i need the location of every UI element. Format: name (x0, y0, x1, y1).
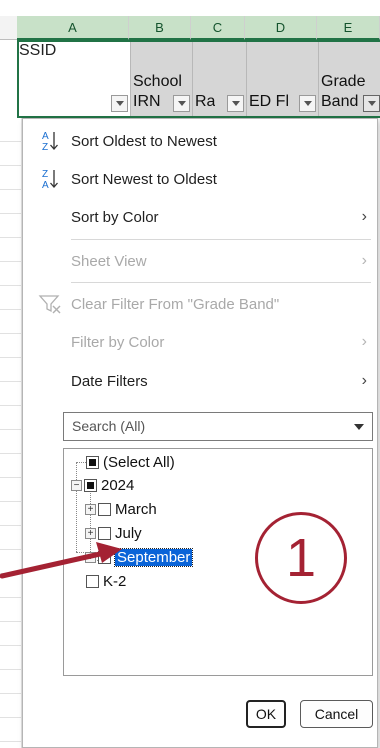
ed-flag-header-cell[interactable]: ED Fl (247, 42, 319, 116)
year-2024-label: 2024 (101, 476, 135, 494)
tree-connector (76, 462, 86, 463)
column-d-header[interactable]: D (245, 16, 317, 40)
chevron-right-icon: › (361, 372, 367, 389)
filter-by-color-label: Filter by Color (71, 333, 165, 351)
race-header-label: Ra (195, 93, 216, 110)
row-gridlines (0, 118, 22, 748)
collapse-icon[interactable]: − (71, 479, 82, 491)
cancel-button[interactable]: Cancel (300, 700, 373, 728)
grade-band-filter-button[interactable] (363, 95, 380, 112)
ok-button[interactable]: OK (246, 700, 286, 728)
grade-band-header-cell[interactable]: Grade Band (319, 42, 380, 116)
sort-oldest-label: Sort Oldest to Newest (71, 132, 217, 150)
clear-filter-item: Clear Filter From "Grade Band" (23, 284, 377, 324)
tree-item-select-all[interactable]: (Select All) (86, 451, 175, 473)
column-b-header[interactable]: B (129, 16, 191, 40)
sort-descending-icon: Z A (42, 169, 58, 191)
dropdown-arrow-icon (367, 101, 376, 106)
menu-separator (71, 282, 371, 283)
tree-item-march[interactable]: + March (85, 498, 157, 520)
sort-by-color-item[interactable]: Sort by Color › (23, 197, 377, 237)
search-placeholder: Search (All) (72, 418, 146, 434)
march-label: March (115, 500, 157, 518)
step-number-callout: 1 (255, 512, 347, 604)
race-header-cell[interactable]: Ra (193, 42, 247, 116)
chevron-right-icon: › (361, 333, 367, 350)
date-filters-label: Date Filters (71, 372, 148, 390)
dropdown-arrow-icon (177, 101, 186, 106)
ed-flag-filter-button[interactable] (299, 95, 316, 112)
ssid-filter-button[interactable] (111, 95, 128, 112)
dropdown-arrow-icon (231, 101, 240, 106)
clear-filter-label: Clear Filter From "Grade Band" (71, 295, 280, 313)
race-filter-button[interactable] (227, 95, 244, 112)
filter-dropdown-panel: A Z Sort Oldest to Newest Z A Sort Newes… (22, 118, 378, 748)
callout-number: 1 (285, 528, 317, 588)
select-all-label: (Select All) (103, 453, 175, 471)
school-irn-header-line1: School (133, 73, 182, 90)
ssid-header-cell[interactable]: SSID (19, 42, 131, 116)
ed-flag-header-label: ED Fl (249, 93, 289, 110)
svg-text:A: A (42, 131, 49, 142)
column-e-header[interactable]: E (317, 16, 380, 40)
menu-separator (71, 239, 371, 240)
column-c-header[interactable]: C (191, 16, 245, 40)
school-irn-filter-button[interactable] (173, 95, 190, 112)
march-checkbox[interactable] (98, 502, 111, 516)
grade-band-header-line2: Band (321, 93, 359, 110)
tree-item-2024[interactable]: − 2024 (71, 474, 134, 496)
filter-search-input[interactable]: Search (All) (63, 412, 373, 441)
grade-band-header-line1: Grade (321, 73, 366, 90)
svg-text:Z: Z (42, 142, 48, 153)
annotation-arrow-icon (0, 542, 122, 579)
sort-ascending-icon: A Z (42, 131, 58, 153)
sort-by-color-label: Sort by Color (71, 208, 159, 226)
chevron-right-icon: › (361, 208, 367, 225)
sheet-view-label: Sheet View (71, 252, 147, 270)
dropdown-arrow-icon[interactable] (354, 424, 364, 430)
school-irn-header-cell[interactable]: School IRN (131, 42, 193, 116)
column-a-header[interactable]: A (17, 16, 129, 40)
date-filters-item[interactable]: Date Filters › (23, 361, 377, 401)
expand-icon[interactable]: + (85, 503, 96, 515)
school-irn-header-line2: IRN (133, 93, 161, 110)
toolbar-strip (0, 0, 380, 16)
chevron-right-icon: › (361, 252, 367, 269)
svg-text:Z: Z (42, 169, 48, 180)
clear-filter-icon (38, 295, 61, 314)
ssid-header-label: SSID (19, 42, 57, 59)
column-header-row: A B C D E (0, 0, 380, 40)
select-all-checkbox[interactable] (86, 455, 99, 469)
filter-by-color-item: Filter by Color › (23, 322, 377, 362)
year-2024-checkbox[interactable] (84, 478, 97, 492)
svg-text:A: A (42, 180, 49, 191)
table-header-row: SSID School IRN Ra ED Fl Grade Band (17, 40, 380, 118)
sort-newest-label: Sort Newest to Oldest (71, 170, 217, 188)
sheet-view-item: Sheet View › (23, 241, 377, 281)
sort-oldest-to-newest-item[interactable]: A Z Sort Oldest to Newest (23, 121, 377, 161)
dropdown-arrow-icon (115, 101, 124, 106)
dropdown-arrow-icon (303, 101, 312, 106)
sort-newest-to-oldest-item[interactable]: Z A Sort Newest to Oldest (23, 159, 377, 199)
